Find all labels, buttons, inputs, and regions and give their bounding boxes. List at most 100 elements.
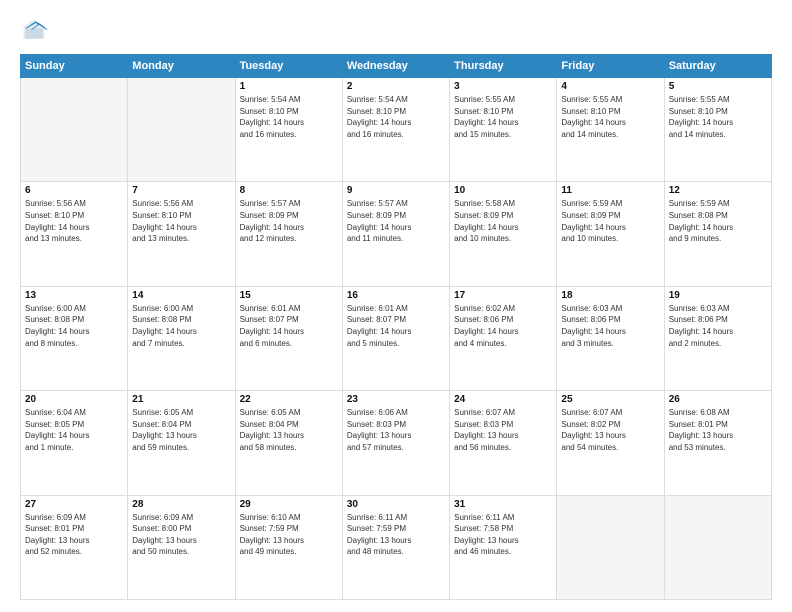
day-number: 28: [132, 499, 230, 510]
calendar-cell: 6 Sunrise: 5:56 AM Sunset: 8:10 PM Daylig…: [21, 182, 128, 286]
calendar-cell: 28 Sunrise: 6:09 AM Sunset: 8:00 PM Dayli…: [128, 495, 235, 599]
day-number: 7: [132, 185, 230, 196]
day-info: Sunrise: 6:09 AM Sunset: 8:00 PM Dayligh…: [132, 512, 230, 558]
calendar-cell: 13Sunrise: 6:00 AM Sunset: 8:08 PM Dayli…: [21, 286, 128, 390]
day-info: Sunrise: 5:59 AM Sunset: 8:08 PM Dayligh…: [669, 198, 767, 244]
calendar-cell: 4 Sunrise: 5:55 AM Sunset: 8:10 PM Daylig…: [557, 78, 664, 182]
calendar-cell: 15 Sunrise: 6:01 AM Sunset: 8:07 PM Dayli…: [235, 286, 342, 390]
calendar-cell: 20Sunrise: 6:04 AM Sunset: 8:05 PM Dayli…: [21, 391, 128, 495]
day-number: 10: [454, 185, 552, 196]
weekday-header-thursday: Thursday: [450, 55, 557, 78]
day-info: Sunrise: 6:05 AM Sunset: 8:04 PM Dayligh…: [240, 407, 338, 453]
day-number: 27: [25, 499, 123, 510]
day-info: Sunrise: 5:55 AM Sunset: 8:10 PM Dayligh…: [561, 94, 659, 140]
day-info: Sunrise: 6:08 AM Sunset: 8:01 PM Dayligh…: [669, 407, 767, 453]
day-info: Sunrise: 6:00 AM Sunset: 8:08 PM Dayligh…: [132, 303, 230, 349]
page: SundayMondayTuesdayWednesdayThursdayFrid…: [0, 0, 792, 612]
day-info: Sunrise: 6:03 AM Sunset: 8:06 PM Dayligh…: [669, 303, 767, 349]
day-number: 8: [240, 185, 338, 196]
day-number: 24: [454, 394, 552, 405]
day-number: 23: [347, 394, 445, 405]
day-info: Sunrise: 6:09 AM Sunset: 8:01 PM Dayligh…: [25, 512, 123, 558]
weekday-header-row: SundayMondayTuesdayWednesdayThursdayFrid…: [21, 55, 772, 78]
day-number: 21: [132, 394, 230, 405]
day-number: 4: [561, 81, 659, 92]
day-info: Sunrise: 6:11 AM Sunset: 7:59 PM Dayligh…: [347, 512, 445, 558]
logo-icon: [20, 16, 48, 44]
day-info: Sunrise: 5:54 AM Sunset: 8:10 PM Dayligh…: [347, 94, 445, 140]
calendar-cell: 24 Sunrise: 6:07 AM Sunset: 8:03 PM Dayli…: [450, 391, 557, 495]
calendar-cell: 1 Sunrise: 5:54 AM Sunset: 8:10 PM Daylig…: [235, 78, 342, 182]
day-info: Sunrise: 6:07 AM Sunset: 8:03 PM Dayligh…: [454, 407, 552, 453]
calendar-cell: 18Sunrise: 6:03 AM Sunset: 8:06 PM Dayli…: [557, 286, 664, 390]
week-row-5: 27 Sunrise: 6:09 AM Sunset: 8:01 PM Dayli…: [21, 495, 772, 599]
week-row-4: 20Sunrise: 6:04 AM Sunset: 8:05 PM Dayli…: [21, 391, 772, 495]
day-info: Sunrise: 5:55 AM Sunset: 8:10 PM Dayligh…: [454, 94, 552, 140]
day-info: Sunrise: 6:02 AM Sunset: 8:06 PM Dayligh…: [454, 303, 552, 349]
weekday-header-monday: Monday: [128, 55, 235, 78]
calendar-cell: 3 Sunrise: 5:55 AM Sunset: 8:10 PM Daylig…: [450, 78, 557, 182]
day-info: Sunrise: 6:07 AM Sunset: 8:02 PM Dayligh…: [561, 407, 659, 453]
day-number: 9: [347, 185, 445, 196]
calendar-cell: 26Sunrise: 6:08 AM Sunset: 8:01 PM Dayli…: [664, 391, 771, 495]
day-number: 1: [240, 81, 338, 92]
calendar-cell: 22Sunrise: 6:05 AM Sunset: 8:04 PM Dayli…: [235, 391, 342, 495]
calendar-cell: [664, 495, 771, 599]
day-number: 17: [454, 290, 552, 301]
day-info: Sunrise: 6:05 AM Sunset: 8:04 PM Dayligh…: [132, 407, 230, 453]
week-row-2: 6 Sunrise: 5:56 AM Sunset: 8:10 PM Daylig…: [21, 182, 772, 286]
calendar-cell: 23Sunrise: 6:06 AM Sunset: 8:03 PM Dayli…: [342, 391, 449, 495]
calendar-cell: 5 Sunrise: 5:55 AM Sunset: 8:10 PM Daylig…: [664, 78, 771, 182]
day-info: Sunrise: 6:10 AM Sunset: 7:59 PM Dayligh…: [240, 512, 338, 558]
day-info: Sunrise: 5:56 AM Sunset: 8:10 PM Dayligh…: [25, 198, 123, 244]
day-info: Sunrise: 5:56 AM Sunset: 8:10 PM Dayligh…: [132, 198, 230, 244]
calendar-cell: 11 Sunrise: 5:59 AM Sunset: 8:09 PM Dayli…: [557, 182, 664, 286]
calendar-cell: [128, 78, 235, 182]
day-number: 11: [561, 185, 659, 196]
day-info: Sunrise: 5:57 AM Sunset: 8:09 PM Dayligh…: [347, 198, 445, 244]
calendar-cell: 12Sunrise: 5:59 AM Sunset: 8:08 PM Dayli…: [664, 182, 771, 286]
calendar-cell: 8 Sunrise: 5:57 AM Sunset: 8:09 PM Daylig…: [235, 182, 342, 286]
calendar-cell: 30 Sunrise: 6:11 AM Sunset: 7:59 PM Dayli…: [342, 495, 449, 599]
day-number: 13: [25, 290, 123, 301]
day-number: 31: [454, 499, 552, 510]
day-number: 15: [240, 290, 338, 301]
calendar-cell: 7 Sunrise: 5:56 AM Sunset: 8:10 PM Daylig…: [128, 182, 235, 286]
calendar-cell: 19Sunrise: 6:03 AM Sunset: 8:06 PM Dayli…: [664, 286, 771, 390]
calendar-cell: 14 Sunrise: 6:00 AM Sunset: 8:08 PM Dayli…: [128, 286, 235, 390]
weekday-header-tuesday: Tuesday: [235, 55, 342, 78]
calendar-cell: 31Sunrise: 6:11 AM Sunset: 7:58 PM Dayli…: [450, 495, 557, 599]
week-row-3: 13 Sunrise: 6:00 AM Sunset: 8:08 PM Dayli…: [21, 286, 772, 390]
day-info: Sunrise: 5:58 AM Sunset: 8:09 PM Dayligh…: [454, 198, 552, 244]
day-number: 30: [347, 499, 445, 510]
weekday-header-friday: Friday: [557, 55, 664, 78]
calendar-cell: [21, 78, 128, 182]
day-number: 29: [240, 499, 338, 510]
day-info: Sunrise: 5:57 AM Sunset: 8:09 PM Dayligh…: [240, 198, 338, 244]
day-info: Sunrise: 6:04 AM Sunset: 8:05 PM Dayligh…: [25, 407, 123, 453]
weekday-header-wednesday: Wednesday: [342, 55, 449, 78]
day-info: Sunrise: 5:59 AM Sunset: 8:09 PM Dayligh…: [561, 198, 659, 244]
day-info: Sunrise: 6:03 AM Sunset: 8:06 PM Dayligh…: [561, 303, 659, 349]
day-number: 5: [669, 81, 767, 92]
day-info: Sunrise: 6:01 AM Sunset: 8:07 PM Dayligh…: [347, 303, 445, 349]
day-number: 2: [347, 81, 445, 92]
calendar-cell: 17 Sunrise: 6:02 AM Sunset: 8:06 PM Dayli…: [450, 286, 557, 390]
day-number: 25: [561, 394, 659, 405]
calendar-cell: 25 Sunrise: 6:07 AM Sunset: 8:02 PM Dayli…: [557, 391, 664, 495]
weekday-header-sunday: Sunday: [21, 55, 128, 78]
logo: [20, 16, 52, 44]
day-number: 3: [454, 81, 552, 92]
week-row-1: 1 Sunrise: 5:54 AM Sunset: 8:10 PM Daylig…: [21, 78, 772, 182]
calendar-cell: 21 Sunrise: 6:05 AM Sunset: 8:04 PM Dayli…: [128, 391, 235, 495]
header: [20, 16, 772, 44]
day-number: 6: [25, 185, 123, 196]
day-info: Sunrise: 5:55 AM Sunset: 8:10 PM Dayligh…: [669, 94, 767, 140]
day-info: Sunrise: 6:01 AM Sunset: 8:07 PM Dayligh…: [240, 303, 338, 349]
calendar-cell: 2 Sunrise: 5:54 AM Sunset: 8:10 PM Daylig…: [342, 78, 449, 182]
day-number: 14: [132, 290, 230, 301]
calendar-cell: 10 Sunrise: 5:58 AM Sunset: 8:09 PM Dayli…: [450, 182, 557, 286]
day-info: Sunrise: 5:54 AM Sunset: 8:10 PM Dayligh…: [240, 94, 338, 140]
calendar-cell: [557, 495, 664, 599]
calendar-cell: 16Sunrise: 6:01 AM Sunset: 8:07 PM Dayli…: [342, 286, 449, 390]
